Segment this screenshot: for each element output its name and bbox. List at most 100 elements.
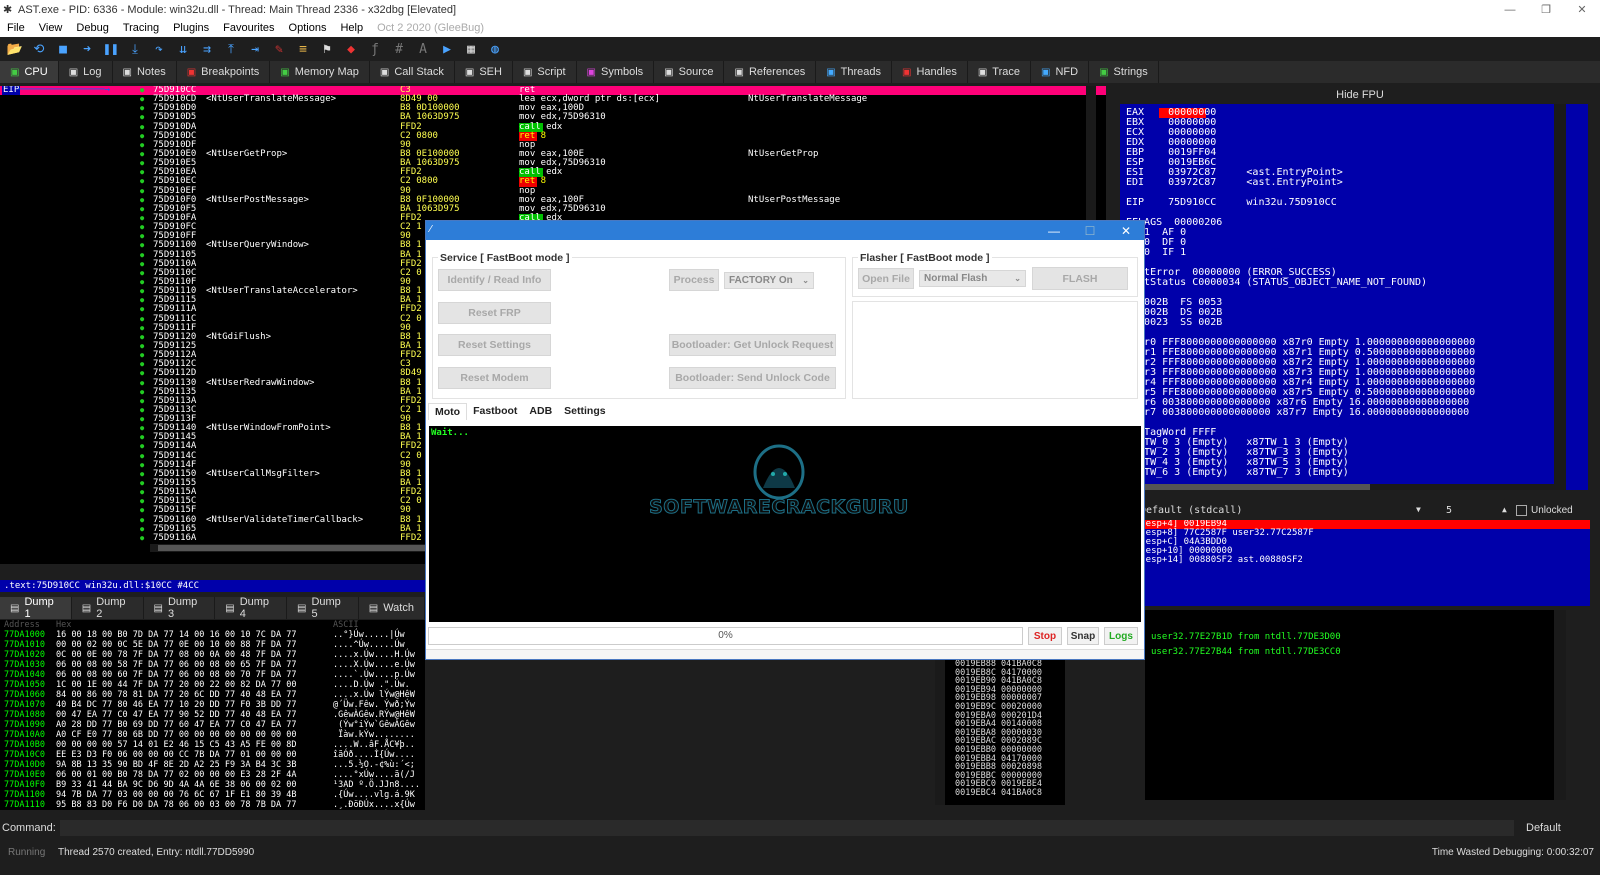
register-line[interactable]: CF 0 IF 1 xyxy=(1126,248,1582,258)
reset-frp-button[interactable]: Reset FRP xyxy=(438,302,551,324)
dump-row[interactable]: 77DA1000 16 00 18 00 B0 7D DA 77 14 00 16… xyxy=(0,630,425,640)
dump-tab-6[interactable]: ▤ Watch xyxy=(359,597,425,619)
dump-row[interactable]: 77DA1010 00 00 02 00 0C 5E DA 77 0E 00 10… xyxy=(0,640,425,650)
callstack-row[interactable]: user32.77E27B1D from ntdll.77DE3D00 xyxy=(1151,630,1559,645)
regs-hscrollbar[interactable] xyxy=(1120,484,1560,490)
dump-row[interactable]: 77DA10A0 A0 CF E0 77 80 6B DD 77 00 00 00… xyxy=(0,730,425,740)
dump-row[interactable]: 77DA1100 94 7B DA 77 03 00 00 00 76 6C 67… xyxy=(0,790,425,800)
patch-icon[interactable]: ✎ xyxy=(270,40,288,58)
close-button[interactable]: ✕ xyxy=(1564,3,1600,16)
dump-view[interactable]: Address Hex ASCII 77DA1000 16 00 18 00 B0… xyxy=(0,620,425,810)
stop-icon[interactable]: ■ xyxy=(54,40,72,58)
tab-notes[interactable]: ▣ Notes xyxy=(113,61,177,83)
dump-row[interactable]: 77DA1030 06 00 08 00 58 7F DA 77 06 00 08… xyxy=(0,660,425,670)
chevron-up-icon[interactable]: ▲ xyxy=(1502,505,1507,514)
dump-row[interactable]: 77DA1090 A0 28 DD 77 B0 69 DD 77 60 47 EA… xyxy=(0,720,425,730)
command-input[interactable] xyxy=(59,820,1514,836)
tab-source[interactable]: ▣ Source xyxy=(654,61,725,83)
menu-file[interactable]: File xyxy=(0,22,32,34)
dump-row[interactable]: 77DA10F0 B9 33 41 44 BA 9C D6 9D 4A 4A 6E… xyxy=(0,780,425,790)
register-line[interactable]: EDI 03972C87 <ast.EntryPoint> xyxy=(1126,178,1582,188)
callstack-row[interactable]: user32.77E27B44 from ntdll.77DE3CC0 xyxy=(1151,645,1559,660)
unlocked-checkbox[interactable] xyxy=(1516,505,1527,516)
logs-button[interactable]: Logs xyxy=(1104,627,1138,645)
dump-row[interactable]: 77DA1020 0C 00 0E 00 78 7F DA 77 08 00 0A… xyxy=(0,650,425,660)
dump-row[interactable]: 77DA1040 06 00 08 00 60 7F DA 77 06 00 08… xyxy=(0,670,425,680)
callstack-scrollbar[interactable] xyxy=(1554,610,1566,800)
flash-button[interactable]: FLASH xyxy=(1032,267,1128,290)
dump-tab-1[interactable]: ▤ Dump 1 xyxy=(0,596,72,620)
dump-row[interactable]: 77DA10D0 9A 8B 13 35 90 BD 4F 8E 2D A2 25… xyxy=(0,760,425,770)
tab-threads[interactable]: ▣ Threads xyxy=(816,61,893,83)
hide-fpu-button[interactable]: Hide FPU xyxy=(1120,86,1600,104)
stack-args-panel[interactable]: 1: [esp+4] 0019EB94 2: [esp+8] 77C2587F u… xyxy=(1120,520,1590,600)
restart-icon[interactable]: ⟲ xyxy=(30,40,48,58)
open-file-button[interactable]: Open File xyxy=(858,268,914,289)
dialog-close-button[interactable]: ✕ xyxy=(1108,224,1144,238)
script-icon[interactable]: ▶ xyxy=(438,40,456,58)
arg-count[interactable]: 5 xyxy=(1446,505,1452,516)
dump-row[interactable]: 77DA1080 00 47 EA 77 C0 47 EA 77 90 52 DD… xyxy=(0,710,425,720)
dialog-maximize-button[interactable]: ☐ xyxy=(1072,224,1108,238)
calculator-icon[interactable]: ▦ xyxy=(462,40,480,58)
menu-options[interactable]: Options xyxy=(282,22,334,34)
menu-view[interactable]: View xyxy=(32,22,70,34)
register-line[interactable]: x87r7 003800000000000000 x87r7 Empty 16.… xyxy=(1126,408,1582,418)
run-icon[interactable]: ➜ xyxy=(78,40,96,58)
globe-icon[interactable]: ◍ xyxy=(486,40,504,58)
trace-into-icon[interactable]: ⇊ xyxy=(174,40,192,58)
register-line[interactable]: ZF 1 AF 0 xyxy=(1126,228,1582,238)
dump-tab-5[interactable]: ▤ Dump 5 xyxy=(287,596,359,620)
snap-button[interactable]: Snap xyxy=(1067,627,1099,645)
step-over-icon[interactable]: ↷ xyxy=(150,40,168,58)
register-line[interactable]: CS 0023 SS 002B xyxy=(1126,318,1582,328)
stack-row[interactable]: 0019EBC4 041BA0C8 xyxy=(955,789,1065,798)
bookmark-icon[interactable]: ◆ xyxy=(342,40,360,58)
callstack-panel[interactable]: user32.77E27B1D from ntdll.77DE3D00 user3… xyxy=(1145,610,1565,800)
tab-log[interactable]: ▣ Log xyxy=(59,61,113,83)
tab-seh[interactable]: ▣ SEH xyxy=(455,61,513,83)
font-icon[interactable]: A xyxy=(414,40,432,58)
trace-over-icon[interactable]: ⇉ xyxy=(198,40,216,58)
chevron-down-icon[interactable]: ▼ xyxy=(1416,505,1421,514)
dump-row[interactable]: 77DA10C0 EE E3 D3 F0 06 00 00 00 CC 7B DA… xyxy=(0,750,425,760)
comment-icon[interactable]: ≡ xyxy=(294,40,312,58)
tab-symbols[interactable]: ▣ Symbols xyxy=(577,61,655,83)
reset-modem-button[interactable]: Reset Modem xyxy=(438,367,551,389)
tab-memory-map[interactable]: ▣ Memory Map xyxy=(270,61,370,83)
dialog-tab-fastboot[interactable]: Fastboot xyxy=(467,403,523,420)
registers-panel[interactable]: EAX 00000000 EBX 00000000 ECX 00000000 EDX … xyxy=(1120,104,1588,490)
hash-icon[interactable]: # xyxy=(390,40,408,58)
identify-button[interactable]: Identify / Read Info xyxy=(438,269,551,291)
tab-script[interactable]: ▣ Script xyxy=(513,61,577,83)
pause-icon[interactable]: ❚❚ xyxy=(102,40,120,58)
dump-row[interactable]: 77DA1060 84 00 86 00 78 81 DA 77 20 6C DD… xyxy=(0,690,425,700)
dump-tab-2[interactable]: ▤ Dump 2 xyxy=(72,596,144,620)
tab-breakpoints[interactable]: ▣ Breakpoints xyxy=(177,61,271,83)
dialog-tab-settings[interactable]: Settings xyxy=(558,403,611,420)
dump-tab-3[interactable]: ▤ Dump 3 xyxy=(144,596,216,620)
register-line[interactable]: LastStatus C0000034 (STATUS_OBJECT_NAME_… xyxy=(1126,278,1582,288)
regs-scrollbar[interactable] xyxy=(1554,104,1566,490)
menu-help[interactable]: Help xyxy=(333,22,370,34)
dump-row[interactable]: 77DA10B0 00 00 00 00 57 14 01 E2 46 15 C5… xyxy=(0,740,425,750)
dialog-minimize-button[interactable]: — xyxy=(1036,224,1072,238)
run-to-user-code-icon[interactable]: ⇥ xyxy=(246,40,264,58)
open-icon[interactable]: 📂 xyxy=(6,40,24,58)
function-icon[interactable]: ƒ xyxy=(366,40,384,58)
tab-handles[interactable]: ▣ Handles xyxy=(892,61,968,83)
register-line[interactable]: x87TW_6 3 (Empty) x87TW_7 3 (Empty) xyxy=(1126,468,1582,478)
stop-button[interactable]: Stop xyxy=(1028,627,1062,645)
console-output[interactable]: Wait... SOFTWARECRACKGURU xyxy=(429,426,1141,622)
menu-favourites[interactable]: Favourites xyxy=(216,22,281,34)
bootloader-unlock-request-button[interactable]: Bootloader: Get Unlock Request xyxy=(669,334,836,356)
dialog-tab-adb[interactable]: ADB xyxy=(523,403,558,420)
dump-tab-4[interactable]: ▤ Dump 4 xyxy=(215,596,287,620)
minimize-button[interactable]: — xyxy=(1492,4,1528,16)
bootloader-send-unlock-button[interactable]: Bootloader: Send Unlock Code xyxy=(669,367,836,389)
tab-call-stack[interactable]: ▣ Call Stack xyxy=(370,61,455,83)
tab-references[interactable]: ▣ References xyxy=(724,61,817,83)
step-into-icon[interactable]: ⤓ xyxy=(126,40,144,58)
dump-row[interactable]: 77DA1070 40 B4 DC 77 80 46 EA 77 10 20 DD… xyxy=(0,700,425,710)
dump-row[interactable]: 77DA1110 95 B8 83 D0 F6 D0 DA 78 06 00 03… xyxy=(0,800,425,810)
